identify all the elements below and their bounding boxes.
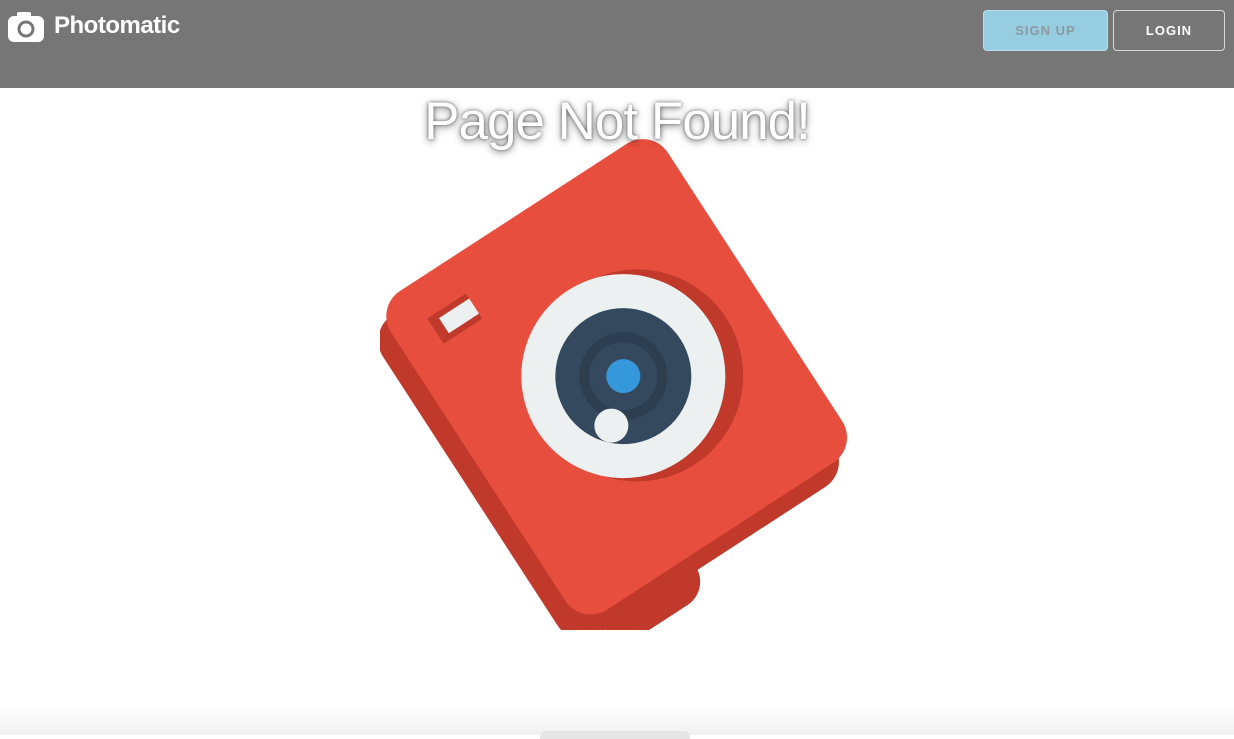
bottom-tab: [540, 731, 690, 739]
page-title: Page Not Found!: [424, 92, 811, 151]
camera-illustration: [378, 120, 870, 640]
brand-link[interactable]: Photomatic: [8, 9, 180, 43]
brand-name: Photomatic: [54, 12, 180, 39]
login-button[interactable]: LOGIN: [1113, 10, 1225, 51]
navbar: Photomatic SIGN UP LOGIN: [0, 0, 1234, 88]
sign-up-button[interactable]: SIGN UP: [983, 10, 1108, 51]
camera-icon: [8, 10, 44, 42]
